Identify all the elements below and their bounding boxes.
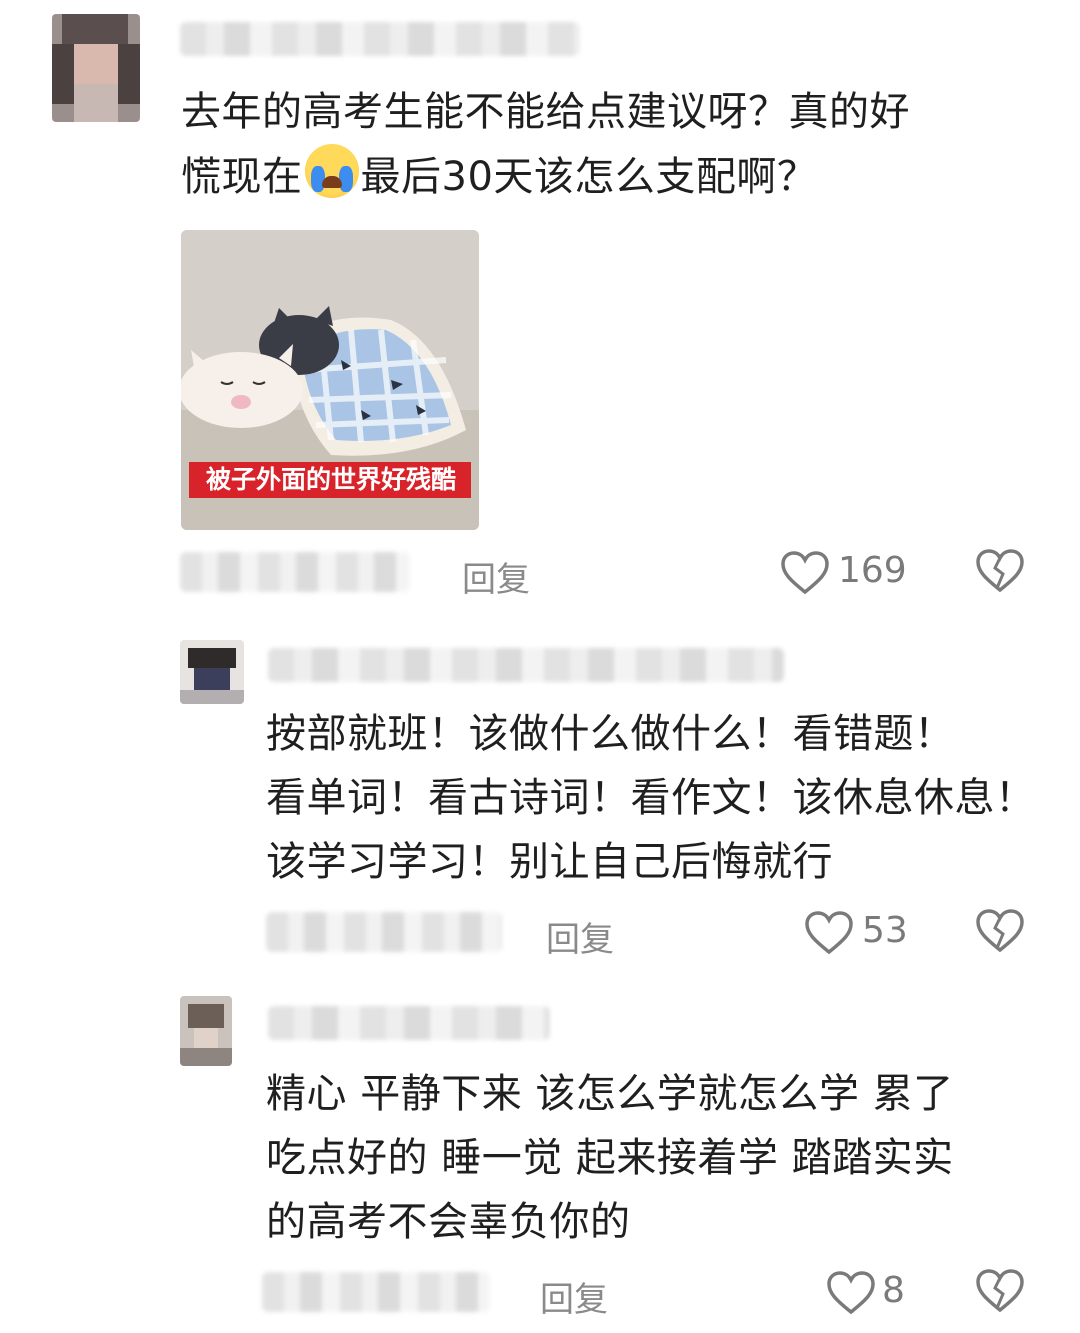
like-count: 8 (882, 1270, 905, 1311)
reply-line: 该学习学习！别让自己后悔就行 (266, 839, 833, 885)
avatar[interactable] (180, 996, 232, 1066)
broken-heart-icon[interactable] (975, 1268, 1025, 1314)
username-blurred[interactable] (268, 648, 784, 682)
heart-outline-icon (827, 1271, 875, 1315)
username-blurred[interactable] (180, 22, 580, 56)
reply-line: 吃点好的 睡一觉 起来接着学 踏踏实实 (266, 1135, 954, 1181)
username-blurred[interactable] (268, 1006, 550, 1040)
reply-line: 看单词！看古诗词！看作文！该休息休息！ (266, 775, 1036, 821)
comment-text-part: 最后30天该怎么支配啊？ (360, 154, 818, 200)
reply-text: 按部就班！该做什么做什么！看错题！ 看单词！看古诗词！看作文！该休息休息！ 该学… (266, 702, 1056, 894)
avatar[interactable] (180, 640, 244, 704)
broken-heart-icon[interactable] (975, 548, 1025, 594)
broken-heart-icon[interactable] (975, 908, 1025, 954)
timestamp-location-blurred (180, 552, 410, 592)
sticker-image[interactable]: 被子外面的世界好残酷 (181, 230, 479, 530)
like-button[interactable]: 8 (826, 1266, 916, 1322)
reply-line: 的高考不会辜负你的 (266, 1199, 631, 1245)
sticker-caption: 被子外面的世界好残酷 (205, 465, 456, 494)
timestamp-location-blurred (266, 912, 502, 952)
comment-text: 去年的高考生能不能给点建议呀？真的好 慌现在 最后30天该怎么支配啊？ (181, 80, 1061, 209)
like-button[interactable]: 169 (780, 546, 910, 602)
like-count: 53 (862, 910, 908, 951)
comment-text-part: 慌现在 (181, 154, 303, 200)
reply-line: 精心 平静下来 该怎么学就怎么学 累了 (266, 1071, 954, 1117)
comment-line: 去年的高考生能不能给点建议呀？真的好 (181, 89, 910, 135)
comment-line: 慌现在 最后30天该怎么支配啊？ (181, 144, 1061, 209)
reply-button[interactable]: 回复 (546, 912, 614, 961)
heart-outline-icon (781, 551, 829, 595)
like-count: 169 (838, 550, 907, 591)
heart-outline-icon (805, 911, 853, 955)
reply-button[interactable]: 回复 (540, 1272, 608, 1321)
reply-button[interactable]: 回复 (462, 552, 530, 601)
like-button[interactable]: 53 (804, 906, 914, 962)
reply-line: 按部就班！该做什么做什么！看错题！ (266, 711, 955, 757)
reply-text: 精心 平静下来 该怎么学就怎么学 累了 吃点好的 睡一觉 起来接着学 踏踏实实 … (266, 1062, 1056, 1254)
timestamp-location-blurred (262, 1272, 490, 1312)
crying-face-emoji-icon (304, 144, 359, 198)
avatar[interactable] (52, 14, 140, 122)
